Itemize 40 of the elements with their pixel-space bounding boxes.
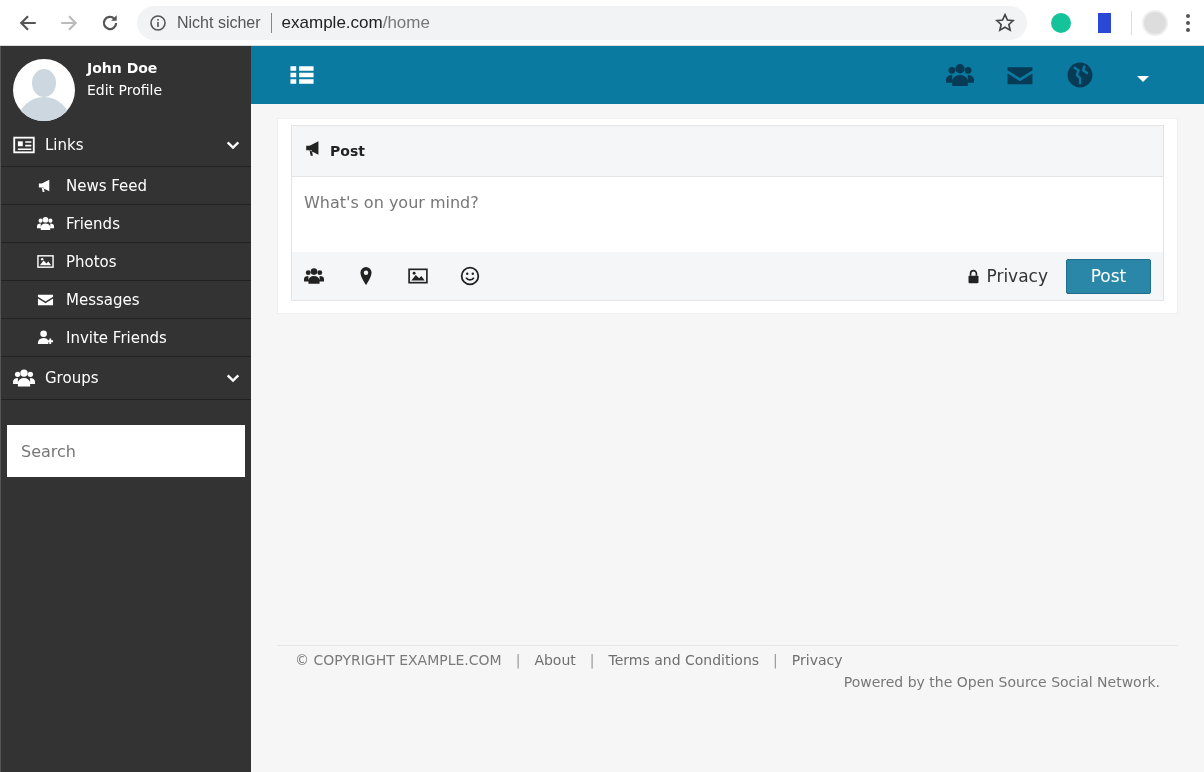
separator: | (515, 652, 521, 668)
info-icon (149, 13, 167, 32)
address-bar[interactable]: Nicht sicher example.com/home (137, 5, 1027, 40)
sidebar-item[interactable]: Invite Friends (1, 319, 251, 357)
edit-profile-link[interactable]: Edit Profile (87, 82, 163, 98)
copyright-text: © COPYRIGHT EXAMPLE.COM (295, 652, 502, 668)
separator: | (773, 652, 778, 668)
people-icon[interactable] (304, 266, 324, 286)
footer-link[interactable]: Terms and Conditions (608, 652, 760, 668)
globe-icon[interactable] (1066, 61, 1094, 89)
post-button[interactable]: Post (1066, 258, 1151, 294)
section-label: Groups (45, 369, 100, 387)
smiley-icon[interactable] (460, 266, 480, 286)
search-field[interactable]: Search (7, 425, 245, 477)
sidebar-item[interactable]: Messages (1, 281, 251, 319)
post-text-field[interactable]: What's on your mind? (292, 177, 1163, 252)
lock-icon (966, 268, 982, 284)
sidebar-item[interactable]: Photos (1, 243, 251, 281)
people-icon (37, 215, 54, 232)
reload-icon[interactable] (100, 12, 120, 33)
profile-name[interactable]: John Doe (87, 60, 163, 76)
add-user-icon (37, 329, 54, 346)
sidebar-item[interactable]: Friends (1, 205, 251, 243)
sidebar-section[interactable]: Groups (1, 357, 251, 400)
post-title: Post (330, 143, 365, 159)
people-icon (13, 367, 35, 389)
newspaper-icon (13, 134, 35, 156)
footer-link[interactable]: Privacy (791, 652, 843, 668)
url-text: example.com/home (281, 12, 430, 33)
section-label: Links (45, 136, 85, 154)
privacy-button[interactable]: Privacy (966, 266, 1048, 286)
security-label: Nicht sicher (177, 13, 261, 32)
footer-link[interactable]: About (534, 652, 576, 668)
sidebar-section[interactable]: Links (1, 124, 251, 167)
bookmark-star-icon[interactable] (995, 12, 1015, 33)
menu-icon[interactable] (1186, 13, 1190, 32)
powered-by-text: Powered by the Open Source Social Network. (842, 674, 1160, 690)
separator: | (589, 652, 595, 668)
picture-icon[interactable] (408, 266, 428, 286)
picture-icon (37, 253, 54, 270)
